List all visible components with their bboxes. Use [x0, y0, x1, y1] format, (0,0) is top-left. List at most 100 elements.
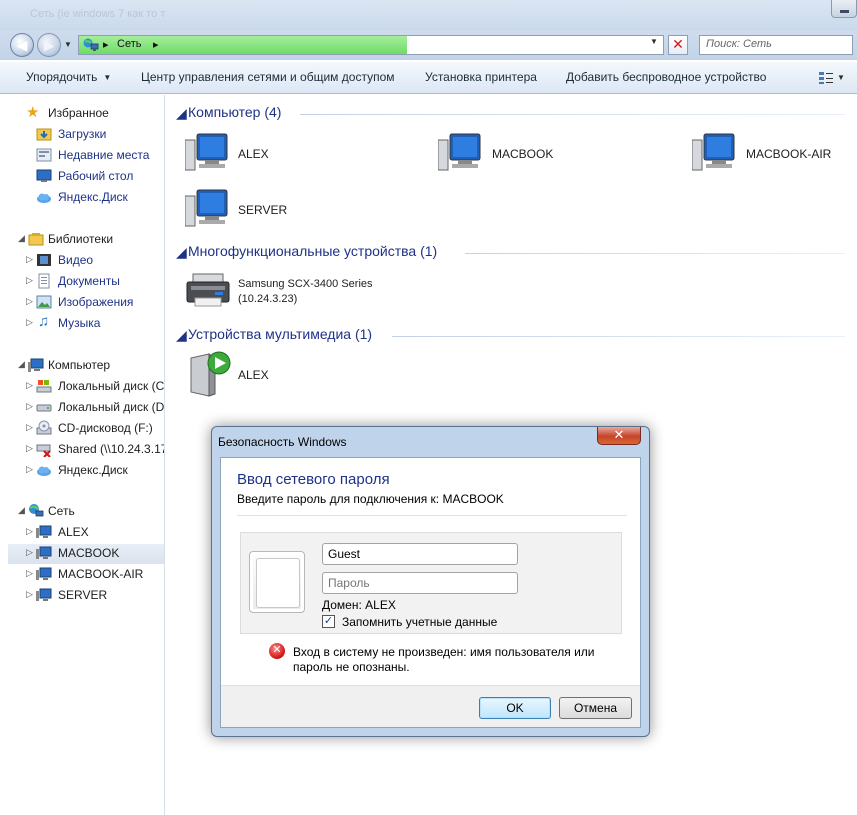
- device-media-alex[interactable]: ALEX: [185, 350, 305, 402]
- nav-computer[interactable]: ◢ Компьютер: [18, 356, 158, 376]
- nav-item-server[interactable]: ▷ SERVER: [26, 586, 161, 606]
- nav-item-downloads[interactable]: Загрузки: [36, 125, 161, 145]
- nav-item-shared-drive[interactable]: ▷ Shared (\\10.24.3.17): [26, 440, 164, 460]
- group-header-mfp[interactable]: Многофункциональные устройства (1): [188, 243, 437, 259]
- username-field[interactable]: [322, 543, 518, 565]
- add-printer-button[interactable]: Установка принтера: [425, 70, 537, 84]
- device-address: (10.24.3.23): [238, 293, 298, 305]
- recent-pages-dropdown-icon[interactable]: ▼: [64, 40, 72, 49]
- breadcrumb-network[interactable]: Сеть: [117, 38, 141, 50]
- nav-item-alex[interactable]: ▷ ALEX: [26, 523, 161, 543]
- device-samsung-mfp[interactable]: Samsung SCX-3400 Series (10.24.3.23): [185, 270, 405, 314]
- libraries-icon: [28, 233, 44, 246]
- group-header-media[interactable]: Устройства мультимедиа (1): [188, 326, 372, 342]
- network-center-button[interactable]: Центр управления сетями и общим доступом: [141, 70, 395, 84]
- dialog-body: Ввод сетевого пароля Введите пароль для …: [220, 457, 641, 728]
- expand-arrow-icon[interactable]: ▷: [26, 254, 33, 265]
- view-options-dropdown-icon[interactable]: ▼: [837, 73, 845, 82]
- minimize-button[interactable]: [831, 0, 857, 18]
- cancel-button[interactable]: Отмена: [559, 697, 632, 719]
- credential-tile[interactable]: Домен: ALEX ✓ Запомнить учетные данные: [240, 532, 622, 634]
- recent-places-icon: [36, 148, 52, 162]
- device-macbook[interactable]: MACBOOK: [438, 130, 578, 178]
- nav-item-label: Локальный диск (D: [58, 400, 165, 414]
- star-icon: ★: [26, 104, 40, 121]
- organize-button[interactable]: Упорядочить ▼: [26, 70, 111, 84]
- back-button[interactable]: ◀: [10, 33, 34, 57]
- network-icon: [83, 38, 99, 51]
- domain-label: Домен: ALEX: [322, 598, 396, 612]
- device-alex[interactable]: ALEX: [185, 130, 305, 178]
- network-computer-icon: [36, 567, 52, 580]
- device-server[interactable]: SERVER: [185, 186, 305, 234]
- nav-item-label: Недавние места: [58, 148, 150, 162]
- video-icon: [37, 254, 51, 266]
- nav-network[interactable]: ◢ Сеть: [18, 502, 158, 522]
- expand-arrow-icon[interactable]: ▷: [26, 296, 33, 307]
- nav-item-desktop[interactable]: Рабочий стол: [36, 167, 161, 187]
- remember-credentials-label[interactable]: Запомнить учетные данные: [342, 615, 497, 629]
- nav-item-recent-places[interactable]: Недавние места: [36, 146, 161, 166]
- group-collapse-icon[interactable]: ◢: [176, 105, 187, 122]
- expand-arrow-icon[interactable]: ▷: [26, 422, 33, 433]
- nav-item-music[interactable]: ▷ ♫ Музыка: [26, 313, 161, 334]
- close-button[interactable]: ✕: [597, 427, 641, 445]
- expand-arrow-icon[interactable]: ▷: [26, 568, 33, 579]
- cd-drive-icon: [36, 420, 52, 435]
- expand-arrow-icon[interactable]: ▷: [26, 443, 33, 454]
- nav-item-cd-drive[interactable]: ▷ CD-дисковод (F:): [26, 419, 161, 439]
- group-collapse-icon[interactable]: ◢: [176, 327, 187, 344]
- expand-arrow-icon[interactable]: ▷: [26, 547, 33, 558]
- add-wireless-device-button[interactable]: Добавить беспроводное устройство: [566, 70, 766, 84]
- expand-arrow-icon[interactable]: ▷: [26, 526, 33, 537]
- group-header-computers[interactable]: Компьютер (4): [188, 104, 281, 120]
- nav-item-pictures[interactable]: ▷ Изображения: [26, 293, 161, 313]
- device-label: SERVER: [238, 203, 288, 217]
- group-collapse-icon[interactable]: ◢: [176, 244, 187, 261]
- nav-item-local-disk-c[interactable]: ▷ Локальный диск (C: [26, 377, 165, 397]
- collapse-arrow-icon[interactable]: ◢: [18, 505, 25, 516]
- change-view-icon[interactable]: [818, 71, 834, 85]
- expand-arrow-icon[interactable]: ▷: [26, 464, 33, 475]
- nav-libraries[interactable]: ◢ Библиотеки: [18, 230, 158, 250]
- nav-network-label: Сеть: [48, 504, 75, 518]
- network-computer-icon: [36, 588, 52, 601]
- dialog-title: Безопасность Windows: [218, 435, 347, 449]
- password-field[interactable]: [322, 572, 518, 594]
- nav-item-yandex-disk-drive[interactable]: ▷ Яндекс.Диск: [26, 461, 161, 481]
- expand-arrow-icon[interactable]: ▷: [26, 401, 33, 412]
- address-dropdown-icon[interactable]: ▼: [650, 37, 658, 46]
- nav-item-label: Яндекс.Диск: [58, 190, 128, 204]
- ok-button[interactable]: OK: [479, 697, 551, 719]
- nav-item-video[interactable]: ▷ Видео: [26, 251, 161, 271]
- stop-loading-button[interactable]: ✕: [668, 35, 688, 55]
- breadcrumb-separator-icon[interactable]: ▸: [153, 38, 159, 51]
- nav-item-label: ALEX: [58, 525, 89, 539]
- collapse-arrow-icon[interactable]: ◢: [18, 233, 25, 244]
- device-macbook-air[interactable]: MACBOOK-AIR: [692, 130, 852, 178]
- search-input[interactable]: Поиск: Сеть: [699, 35, 853, 55]
- nav-item-label: Яндекс.Диск: [58, 463, 128, 477]
- forward-button[interactable]: ▶: [37, 33, 61, 57]
- dialog-footer: OK Отмена: [221, 685, 640, 727]
- nav-libraries-label: Библиотеки: [48, 232, 114, 246]
- nav-item-label: Shared (\\10.24.3.17): [58, 442, 165, 456]
- media-server-icon: [190, 351, 231, 397]
- network-computer-icon: [438, 133, 481, 171]
- nav-item-yandex-disk[interactable]: Яндекс.Диск: [36, 188, 161, 208]
- breadcrumb-separator-icon[interactable]: ▸: [103, 38, 109, 51]
- nav-item-local-disk-d[interactable]: ▷ Локальный диск (D: [26, 398, 165, 418]
- address-bar[interactable]: ▸ Сеть ▸: [78, 35, 664, 55]
- expand-arrow-icon[interactable]: ▷: [26, 317, 33, 328]
- nav-item-label: Локальный диск (C: [58, 379, 165, 393]
- nav-favorites[interactable]: ★ Избранное: [18, 104, 158, 124]
- device-label: Samsung SCX-3400 Series: [238, 278, 373, 290]
- collapse-arrow-icon[interactable]: ◢: [18, 359, 25, 370]
- expand-arrow-icon[interactable]: ▷: [26, 589, 33, 600]
- nav-item-macbook[interactable]: ▷ MACBOOK: [8, 544, 164, 564]
- nav-item-documents[interactable]: ▷ Документы: [26, 272, 161, 292]
- nav-item-macbook-air[interactable]: ▷ MACBOOK-AIR: [26, 565, 161, 585]
- expand-arrow-icon[interactable]: ▷: [26, 380, 33, 391]
- remember-credentials-checkbox[interactable]: ✓: [322, 615, 335, 628]
- expand-arrow-icon[interactable]: ▷: [26, 275, 33, 286]
